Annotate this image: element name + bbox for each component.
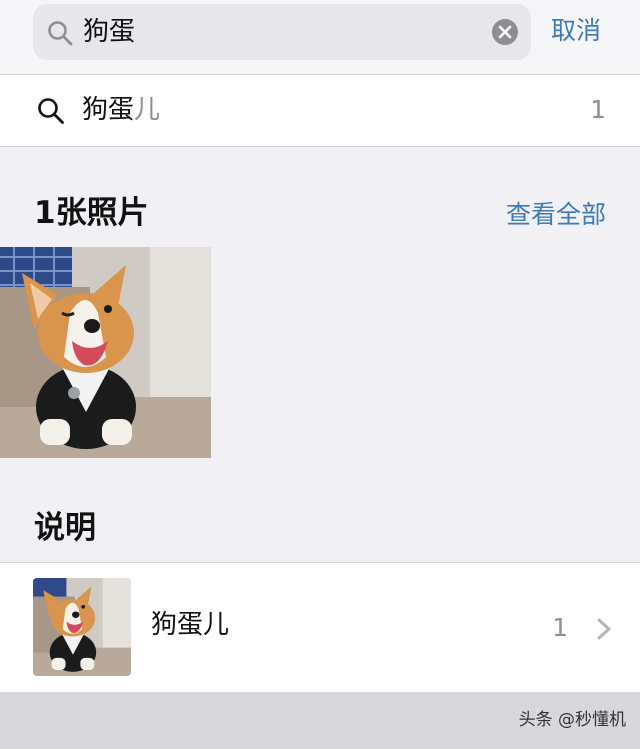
search-header: 狗蛋 取消 [0,0,640,75]
see-all-link[interactable]: 查看全部 [506,198,606,232]
search-field[interactable]: 狗蛋 [33,4,531,60]
suggestion-count: 1 [590,95,606,124]
captions-section-title: 说明 [34,510,96,546]
clear-icon[interactable] [491,18,519,46]
watermark: 头条 @秒懂机 [518,710,626,730]
bottom-strip: 头条 @秒懂机 [0,692,640,749]
cancel-button[interactable]: 取消 [551,14,601,48]
suggestion-label: 狗蛋儿 [82,92,160,128]
search-icon [38,98,64,124]
photo-thumbnail[interactable] [0,247,211,458]
search-input[interactable]: 狗蛋 [83,16,135,48]
search-suggestion[interactable]: 狗蛋儿 1 [0,75,640,147]
suggestion-typed: 狗蛋 [82,95,135,125]
caption-label: 狗蛋儿 [151,610,230,640]
suggestion-completion: 儿 [134,95,161,125]
caption-thumbnail [33,578,131,676]
corgi-photo [0,247,211,458]
search-icon [48,21,73,46]
corgi-thumbnail [33,578,131,676]
chevron-right-icon [597,618,611,640]
photos-section-title: 1张照片 [34,195,149,231]
caption-count: 1 [552,613,568,642]
